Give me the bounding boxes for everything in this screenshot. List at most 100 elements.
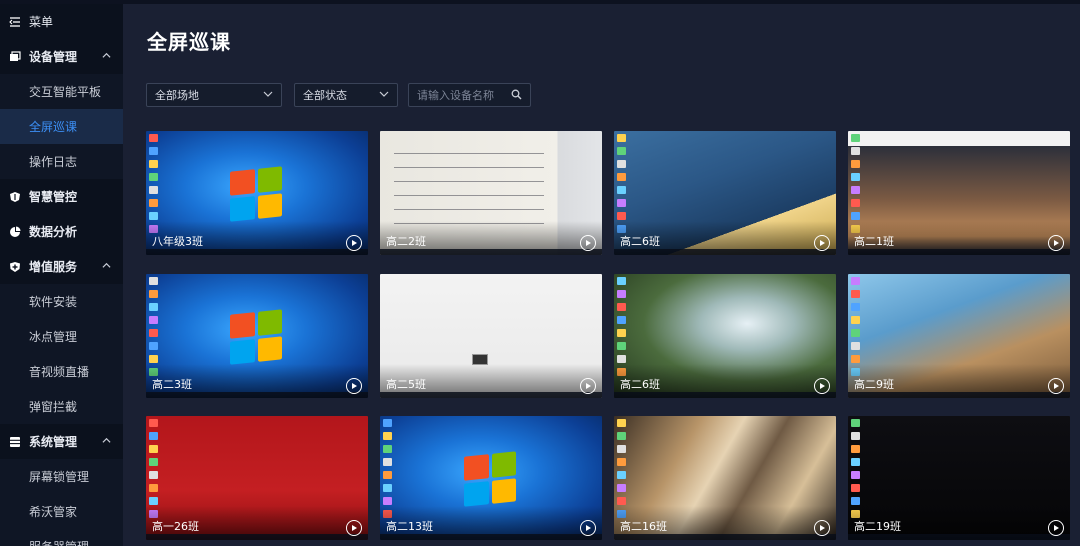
status-select-value: 全部状态 [303,89,347,102]
sidebar-item-10[interactable]: 音视频直播 [0,354,123,389]
classroom-name: 高二19班 [854,520,901,533]
sidebar-item-label: 音视频直播 [29,365,90,379]
sidebar-item-5[interactable]: 智慧管控 [0,179,123,214]
play-icon[interactable] [580,520,596,536]
sidebar-item-6[interactable]: 数据分析 [0,214,123,249]
sidebar-item-label: 屏幕锁管理 [29,470,90,484]
sidebar-item-label: 交互智能平板 [29,85,102,99]
play-icon[interactable] [346,520,362,536]
desktop-icons [617,419,627,518]
chevron-up-icon [102,51,111,63]
status-select[interactable]: 全部状态 [294,83,398,107]
desktop-icons [851,277,861,376]
sidebar-item-7[interactable]: 增值服务 [0,249,123,284]
classroom-tile[interactable]: 高二1班 [848,131,1070,255]
sidebar-item-label: 全屏巡课 [29,120,78,134]
plus-shield-icon [9,261,21,273]
classroom-name: 高二5班 [386,378,426,391]
play-icon[interactable] [814,235,830,251]
desktop-icons [851,419,861,518]
system-icon [9,436,21,448]
classroom-tile[interactable]: 高二19班 [848,416,1070,540]
chevron-down-icon [379,91,389,97]
sidebar-item-label: 操作日志 [29,155,78,169]
sidebar-item-label: 数据分析 [29,225,78,239]
play-icon[interactable] [1048,378,1064,394]
classroom-tile[interactable]: 高二6班 [614,131,836,255]
sidebar-item-label: 菜单 [29,15,54,29]
pie-chart-icon [9,226,21,238]
classroom-name: 高一26班 [152,520,199,533]
windows-logo-icon [230,309,282,365]
classroom-tile[interactable]: 高二13班 [380,416,602,540]
desktop-icons [149,419,159,518]
chevron-up-icon [102,436,111,448]
sidebar-item-label: 智慧管控 [29,190,78,204]
page-title: 全屏巡课 [147,30,231,54]
classroom-name: 高二6班 [620,378,660,391]
windows-logo-icon [230,166,282,222]
play-icon[interactable] [1048,235,1064,251]
sidebar-item-3[interactable]: 全屏巡课 [0,109,123,144]
classroom-name: 高二2班 [386,235,426,248]
desktop-icons [617,277,627,376]
sidebar-item-12[interactable]: 系统管理 [0,424,123,459]
classroom-tile[interactable]: 高二3班 [146,274,368,398]
chevron-up-icon [102,261,111,273]
sidebar-item-11[interactable]: 弹窗拦截 [0,389,123,424]
search-placeholder: 请输入设备名称 [417,89,494,102]
classroom-tile[interactable]: 高二16班 [614,416,836,540]
classroom-tile[interactable]: 高二9班 [848,274,1070,398]
sidebar-item-9[interactable]: 冰点管理 [0,319,123,354]
device-icon [9,50,21,63]
play-icon[interactable] [814,378,830,394]
sidebar-item-label: 系统管理 [29,435,78,449]
sidebar-item-label: 弹窗拦截 [29,400,78,414]
play-icon[interactable] [814,520,830,536]
chevron-down-icon [263,91,273,97]
desktop-icons [851,134,861,233]
sidebar-item-2[interactable]: 交互智能平板 [0,74,123,109]
handwriting-lines [394,143,544,233]
sidebar: 菜单设备管理交互智能平板 全屏巡课操作日志智慧管控数据分析增值服务软件安装冰点管理… [0,4,123,546]
location-select[interactable]: 全部场地 [146,83,282,107]
sidebar-item-label: 希沃管家 [29,505,78,519]
location-select-value: 全部场地 [155,89,199,102]
classroom-tile[interactable]: 高一26班 [146,416,368,540]
classroom-name: 高二13班 [386,520,433,533]
windows-logo-icon [464,451,516,507]
desktop-icons [149,134,159,233]
shield-control-icon [9,191,21,203]
desktop-icons [149,277,159,376]
sidebar-item-label: 增值服务 [29,260,78,274]
play-icon[interactable] [580,235,596,251]
classroom-tile[interactable]: 高二5班 [380,274,602,398]
classroom-name: 高二9班 [854,378,894,391]
sidebar-item-4[interactable]: 操作日志 [0,144,123,179]
classroom-name: 八年级3班 [152,235,203,248]
desktop-icons [617,134,627,233]
main-panel: 全屏巡课 全部场地 全部状态 请输入设备名称 八年级3班 高二2班 高二6班 高二1班… [123,4,1080,546]
classroom-tile[interactable]: 八年级3班 [146,131,368,255]
sidebar-item-13[interactable]: 屏幕锁管理 [0,459,123,494]
sidebar-item-14[interactable]: 希沃管家 [0,494,123,529]
sidebar-item-15[interactable]: 服务器管理 [0,529,123,546]
classroom-name: 高二16班 [620,520,667,533]
search-icon[interactable] [511,89,522,100]
device-search-input[interactable]: 请输入设备名称 [408,83,531,107]
desktop-icons [383,419,393,518]
classroom-tile[interactable]: 高二6班 [614,274,836,398]
sidebar-item-label: 设备管理 [29,50,78,64]
sidebar-item-label: 服务器管理 [29,538,89,546]
sidebar-item-8[interactable]: 软件安装 [0,284,123,319]
play-icon[interactable] [1048,520,1064,536]
sidebar-item-label: 软件安装 [29,295,78,309]
play-icon[interactable] [346,235,362,251]
classroom-name: 高二6班 [620,235,660,248]
sidebar-item-1[interactable]: 设备管理 [0,39,123,74]
sidebar-item-label: 冰点管理 [29,330,78,344]
play-icon[interactable] [580,378,596,394]
play-icon[interactable] [346,378,362,394]
classroom-tile[interactable]: 高二2班 [380,131,602,255]
sidebar-menu-toggle[interactable]: 菜单 [0,4,123,39]
